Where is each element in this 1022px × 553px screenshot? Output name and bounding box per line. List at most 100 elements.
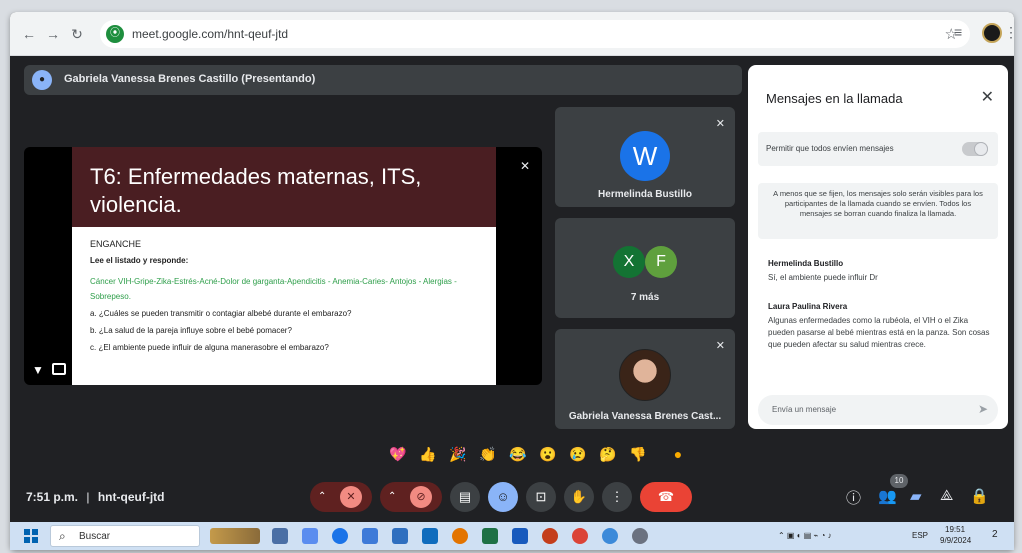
chevron-up-icon[interactable]: ⌃ [318, 482, 326, 512]
clap-reaction-icon[interactable]: 👏 [478, 444, 498, 464]
extensions-icon[interactable]: ≡ [954, 24, 962, 40]
chat-title: Mensajes en la llamada [766, 91, 903, 106]
people-icon[interactable]: 👥 [878, 487, 897, 505]
pin-icon[interactable]: ▼ [32, 363, 44, 377]
more-participants-tile[interactable]: X F 7 más [555, 218, 735, 318]
meeting-info: 7:51 p.m. | hnt-qeuf-jtd [26, 490, 164, 504]
close-icon[interactable]: ✕ [981, 87, 994, 107]
mic-off-icon: ✕ [519, 159, 530, 173]
party-reaction-icon[interactable]: 🎉 [448, 444, 468, 464]
browser-window: ← → ↻ ⦿ meet.google.com/hnt-qeuf-jtd ☆ ≡… [10, 12, 1014, 550]
more-options-icon[interactable]: ⋮ [602, 482, 632, 512]
present-screen-icon[interactable]: ⊡ [526, 482, 556, 512]
slide-question-a: a. ¿Cuáles se pueden transmitir o contag… [90, 309, 352, 318]
participant-avatar: X [613, 246, 645, 278]
meeting-time: 7:51 p.m. [26, 490, 79, 504]
settings-gear-icon[interactable] [632, 528, 648, 544]
profile-avatar[interactable] [982, 23, 1002, 43]
browser-toolbar: ← → ↻ ⦿ meet.google.com/hnt-qeuf-jtd ☆ ≡… [10, 12, 1014, 56]
chrome-icon[interactable] [572, 528, 588, 544]
copilot-icon[interactable] [302, 528, 318, 544]
participant-tile[interactable]: ✕ Gabriela Vanessa Brenes Cast... [555, 329, 735, 429]
reload-icon[interactable]: ↻ [68, 25, 86, 43]
screen-share-icon[interactable] [52, 363, 66, 375]
slide: T6: Enfermedades maternas, ITS, violenci… [72, 147, 496, 385]
message-text: Algunas enfermedades como la rubéola, el… [768, 316, 990, 349]
sad-reaction-icon[interactable]: 😢 [568, 444, 588, 464]
allow-messages-label: Permitir que todos envíen mensajes [766, 144, 894, 153]
laugh-reaction-icon[interactable]: 😂 [508, 444, 528, 464]
taskbar-clock-time[interactable]: 19:51 [945, 525, 965, 534]
camera-off-icon[interactable]: ⊘ [410, 486, 432, 508]
notification-badge[interactable]: 2 [992, 529, 998, 540]
mic-off-icon[interactable]: ✕ [340, 486, 362, 508]
forward-arrow-icon[interactable]: → [44, 25, 62, 43]
slide-instruction: Lee el listado y responde: [90, 256, 189, 265]
meeting-separator: | [86, 490, 90, 504]
participant-photo [619, 349, 671, 401]
os-taskbar: ⌕ Buscar ⌃ ▣ ◐ ▤ ⌁ ◔ ♪ ESP 19:51 9/9/202… [10, 522, 1014, 550]
search-icon: ⌕ [59, 529, 66, 543]
toggle-knob [974, 142, 988, 156]
reaction-bar: 💖 👍 🎉 👏 😂 😮 😢 🤔 👎 ● [382, 442, 692, 466]
thinking-reaction-icon[interactable]: 🤔 [598, 444, 618, 464]
participant-name: Hermelinda Bustillo [598, 189, 692, 200]
slide-disease-list: Cáncer VIH-Gripe-Zika-Estrés-Acné-Dolor … [90, 277, 457, 301]
host-controls-icon[interactable]: 🔒 [970, 487, 989, 505]
captions-icon[interactable]: ▤ [450, 482, 480, 512]
chat-panel: Mensajes en la llamada ✕ Permitir que to… [748, 65, 1008, 429]
allow-messages-toggle[interactable] [962, 142, 988, 156]
participant-name: Gabriela Vanessa Brenes Cast... [568, 411, 722, 422]
surprised-reaction-icon[interactable]: 😮 [538, 444, 558, 464]
url-text[interactable]: meet.google.com/hnt-qeuf-jtd [132, 27, 288, 41]
tray-icons[interactable]: ⌃ ▣ ◐ ▤ ⌁ ◔ ♪ [778, 531, 832, 540]
site-info-icon[interactable]: ⦿ [106, 25, 124, 43]
presenter-banner: ● Gabriela Vanessa Brenes Castillo (Pres… [24, 65, 742, 95]
mic-off-icon: ✕ [715, 118, 725, 130]
task-view-icon[interactable] [272, 528, 288, 544]
store-icon[interactable] [362, 528, 378, 544]
thumbs-up-reaction-icon[interactable]: 👍 [418, 444, 438, 464]
send-icon[interactable]: ➤ [978, 402, 988, 416]
taskbar-search[interactable]: ⌕ Buscar [50, 525, 200, 547]
taskbar-clock-date[interactable]: 9/9/2024 [940, 536, 971, 545]
presentation-tile[interactable]: T6: Enfermedades maternas, ITS, violenci… [24, 147, 542, 385]
leave-call-button[interactable]: ☎ [640, 482, 692, 512]
excel-icon[interactable] [482, 528, 498, 544]
edge-icon[interactable] [332, 528, 348, 544]
teams-icon[interactable] [422, 528, 438, 544]
raise-hand-icon[interactable]: ✋ [564, 482, 594, 512]
back-arrow-icon[interactable]: ← [20, 25, 38, 43]
presenter-label: Gabriela Vanessa Brenes Castillo (Presen… [64, 73, 316, 85]
taskbar-widget[interactable] [210, 528, 260, 544]
chrome-profile-icon[interactable] [602, 528, 618, 544]
slide-question-b: b. ¿La salud de la pareja influye sobre … [90, 326, 292, 335]
emoji-icon[interactable]: ☺ [488, 482, 518, 512]
address-bar[interactable]: ⦿ meet.google.com/hnt-qeuf-jtd ☆ [100, 20, 970, 48]
participant-count-badge: 10 [890, 474, 908, 488]
heart-reaction-icon[interactable]: 💖 [388, 444, 408, 464]
browser-menu-icon[interactable]: ⋮ [1004, 24, 1014, 41]
thumbs-down-reaction-icon[interactable]: 👎 [628, 444, 648, 464]
chevron-up-icon[interactable]: ⌃ [388, 482, 396, 512]
chat-icon[interactable]: ▰ [910, 487, 922, 505]
windows-start-icon[interactable] [24, 529, 38, 543]
activities-icon[interactable]: ⟁ [940, 487, 953, 504]
info-icon[interactable]: ⓘ [846, 487, 861, 508]
language-indicator[interactable]: ESP [912, 531, 928, 540]
chat-info-notice: A menos que se fijen, los mensajes solo … [758, 183, 998, 239]
participant-tile[interactable]: ✕ W Hermelinda Bustillo [555, 107, 735, 207]
participant-avatar: F [645, 246, 677, 278]
meeting-code: hnt-qeuf-jtd [97, 490, 165, 504]
mail-icon[interactable] [392, 528, 408, 544]
word-icon[interactable] [512, 528, 528, 544]
powerpoint-icon[interactable] [542, 528, 558, 544]
camera-control[interactable]: ⌃ ⊘ [380, 482, 442, 512]
mic-control[interactable]: ⌃ ✕ [310, 482, 372, 512]
message-sender: Hermelinda Bustillo [768, 259, 844, 268]
chat-message-input[interactable]: Envía un mensaje ➤ [758, 395, 998, 425]
firefox-icon[interactable] [452, 528, 468, 544]
skin-tone-icon[interactable]: ● [668, 444, 688, 464]
message-text: Sí, el ambiente puede influir Dr [768, 273, 878, 282]
slide-title: T6: Enfermedades maternas, ITS, violenci… [90, 164, 422, 217]
